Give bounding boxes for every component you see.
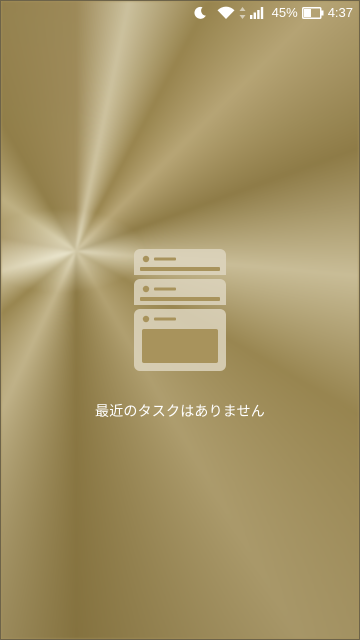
moon-icon bbox=[193, 1, 207, 25]
battery-icon bbox=[301, 1, 324, 25]
cellular-signal-icon bbox=[249, 1, 264, 25]
battery-percent: 45% bbox=[271, 5, 298, 20]
clock: 4:37 bbox=[327, 5, 353, 20]
recents-screen: 45% 4:37 最近のタスクはありません bbox=[0, 0, 360, 640]
empty-message: 最近のタスクはありません bbox=[95, 404, 265, 420]
stacked-cards-icon bbox=[134, 247, 226, 371]
status-bar: 45% 4:37 bbox=[1, 1, 359, 25]
wifi-icon bbox=[217, 1, 235, 25]
data-arrows-icon bbox=[239, 1, 246, 25]
recents-empty-state: 最近のタスクはありません bbox=[1, 247, 359, 421]
